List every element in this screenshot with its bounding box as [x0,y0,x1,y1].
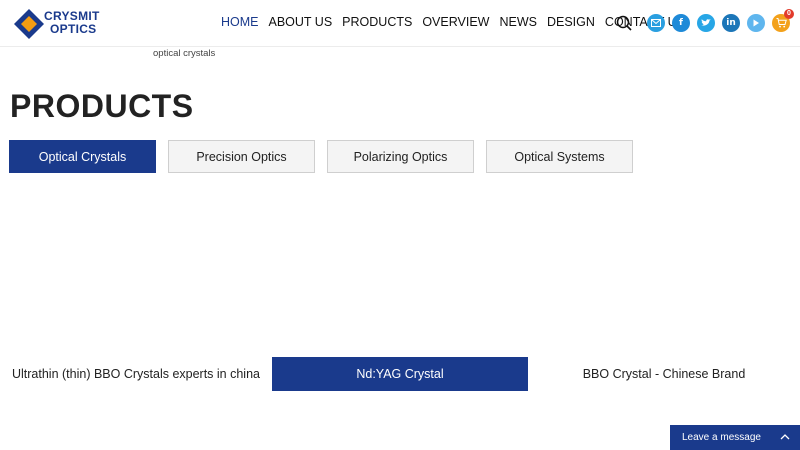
nav-overview[interactable]: OVERVIEW [422,15,489,29]
product-list: Ultrathin (thin) BBO Crystals experts in… [0,357,800,391]
logo-text: CRYSMIT OPTICS [44,10,100,36]
nav-news[interactable]: NEWS [499,15,537,29]
product-item-bbo-crystal[interactable]: BBO Crystal - Chinese Brand [528,357,800,391]
leave-message-button[interactable]: Leave a message [670,425,800,450]
tab-precision-optics[interactable]: Precision Optics [168,140,315,173]
page-title: PRODUCTS [10,88,194,124]
leave-message-label: Leave a message [682,432,761,443]
logo-line2: OPTICS [50,22,97,36]
linkedin-icon[interactable]: in [722,14,740,32]
social-links: f in 0 [647,9,797,32]
nav-design[interactable]: DESIGN [547,15,595,29]
product-item-ultrathin-bbo[interactable]: Ultrathin (thin) BBO Crystals experts in… [0,357,272,391]
nav-home[interactable]: HOME [221,15,259,29]
nav-about-us[interactable]: ABOUT US [269,15,333,29]
logo-diamond-icon [14,9,44,39]
logo[interactable]: CRYSMIT OPTICS [14,8,104,40]
search-icon[interactable] [616,15,632,31]
tab-optical-crystals[interactable]: Optical Crystals [9,140,156,173]
twitter-icon[interactable] [697,14,715,32]
tab-optical-systems[interactable]: Optical Systems [486,140,633,173]
tab-polarizing-optics[interactable]: Polarizing Optics [327,140,474,173]
product-item-nd-yag[interactable]: Nd:YAG Crystal [272,357,528,391]
cart-icon[interactable]: 0 [772,9,794,32]
chevron-up-icon [780,434,790,440]
mail-icon[interactable] [647,14,665,32]
facebook-icon[interactable]: f [672,14,690,32]
breadcrumb[interactable]: optical crystals [153,48,215,59]
site-header: CRYSMIT OPTICS HOME ABOUT US PRODUCTS OV… [0,0,800,47]
youtube-icon[interactable] [747,14,765,32]
cart-count-badge: 0 [784,9,794,19]
nav-products[interactable]: PRODUCTS [342,15,412,29]
product-category-tabs: Optical Crystals Precision Optics Polari… [9,140,645,173]
